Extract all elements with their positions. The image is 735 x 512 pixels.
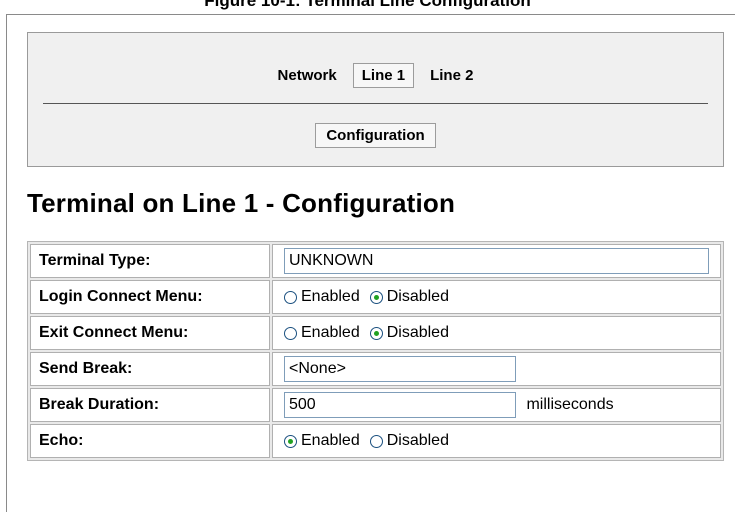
tab-line-2[interactable]: Line 2 [422, 64, 481, 87]
table-row: Terminal Type: [30, 244, 721, 278]
echo-disabled-option[interactable]: Disabled [369, 432, 449, 450]
config-table: Terminal Type: Login Connect Menu: Enabl… [27, 241, 724, 461]
table-row: Echo: Enabled Disabled [30, 424, 721, 458]
exit-connect-menu-disabled-radio[interactable] [369, 326, 383, 340]
echo-disabled-radio[interactable] [369, 434, 383, 448]
tab-configuration[interactable]: Configuration [315, 122, 436, 148]
tab-network[interactable]: Network [270, 64, 345, 87]
echo-label: Echo: [30, 424, 270, 458]
break-duration-input[interactable] [284, 392, 516, 418]
login-connect-menu-disabled-option[interactable]: Disabled [369, 288, 449, 306]
break-duration-label: Break Duration: [30, 388, 270, 422]
echo-enabled-radio[interactable] [284, 434, 297, 448]
login-connect-menu-enabled-radio[interactable] [284, 290, 297, 304]
break-duration-unit: milliseconds [526, 396, 614, 413]
nav-divider [43, 103, 708, 104]
frame-left-border [6, 14, 7, 512]
exit-connect-menu-cell: Enabled Disabled [272, 316, 721, 350]
send-break-cell [272, 352, 721, 386]
clipped-figure-title: Figure 10-1: Terminal Line Configuration [204, 0, 531, 10]
radio-label: Enabled [301, 288, 360, 305]
exit-connect-menu-disabled-option[interactable]: Disabled [369, 324, 449, 342]
tab-line-1[interactable]: Line 1 [352, 62, 415, 88]
exit-connect-menu-enabled-option[interactable]: Enabled [284, 324, 360, 342]
break-duration-cell: milliseconds [272, 388, 721, 422]
terminal-type-cell [272, 244, 721, 278]
send-break-input[interactable] [284, 356, 516, 382]
login-connect-menu-label: Login Connect Menu: [30, 280, 270, 314]
terminal-type-input[interactable] [284, 248, 709, 274]
echo-radio-group: Enabled Disabled [284, 432, 720, 450]
login-connect-menu-cell: Enabled Disabled [272, 280, 721, 314]
send-break-label: Send Break: [30, 352, 270, 386]
echo-cell: Enabled Disabled [272, 424, 721, 458]
echo-enabled-option[interactable]: Enabled [284, 432, 360, 450]
exit-connect-menu-enabled-radio[interactable] [284, 326, 297, 340]
radio-label: Disabled [386, 324, 449, 341]
frame-top-border [6, 14, 735, 15]
radio-label: Enabled [301, 324, 360, 341]
main-tabs: Network Line 1 Line 2 [28, 61, 723, 89]
radio-label: Enabled [301, 432, 360, 449]
table-row: Send Break: [30, 352, 721, 386]
table-row: Exit Connect Menu: Enabled Disabled [30, 316, 721, 350]
sub-tabs: Configuration [28, 121, 723, 149]
exit-connect-menu-label: Exit Connect Menu: [30, 316, 270, 350]
table-row: Break Duration: milliseconds [30, 388, 721, 422]
page-title: Terminal on Line 1 - Configuration [27, 188, 456, 218]
radio-label: Disabled [386, 432, 449, 449]
login-connect-menu-disabled-radio[interactable] [369, 290, 383, 304]
table-row: Login Connect Menu: Enabled Disabled [30, 280, 721, 314]
login-connect-menu-enabled-option[interactable]: Enabled [284, 288, 360, 306]
exit-connect-menu-radio-group: Enabled Disabled [284, 324, 720, 342]
navigation-panel: Network Line 1 Line 2 Configuration [27, 32, 724, 167]
login-connect-menu-radio-group: Enabled Disabled [284, 288, 720, 306]
terminal-type-label: Terminal Type: [30, 244, 270, 278]
radio-label: Disabled [386, 288, 449, 305]
